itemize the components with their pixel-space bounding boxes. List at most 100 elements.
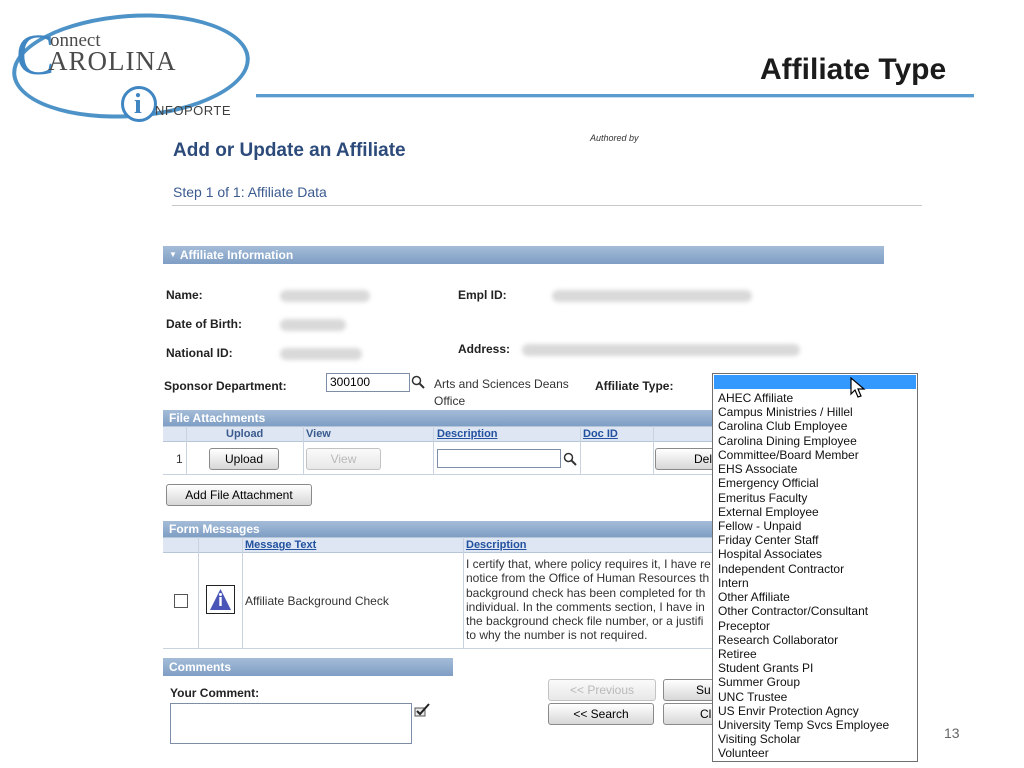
affiliate-type-option[interactable]: Emeritus Faculty: [718, 491, 889, 505]
add-file-attachment-button[interactable]: Add File Attachment: [166, 484, 312, 506]
logo-infoporte: NFOPORTE: [155, 103, 231, 118]
affiliate-type-option[interactable]: Hospital Associates: [718, 547, 889, 561]
sponsor-dept-input[interactable]: 300100: [326, 373, 410, 392]
affiliate-type-option[interactable]: Other Affiliate: [718, 590, 889, 604]
affiliate-type-option[interactable]: UNC Trustee: [718, 690, 889, 704]
grid-divider: [653, 426, 654, 474]
national-id-label: National ID:: [166, 346, 233, 360]
affiliate-type-option[interactable]: Visiting Scholar: [718, 732, 889, 746]
grid-divider: [163, 474, 723, 475]
affiliate-type-option[interactable]: Committee/Board Member: [718, 448, 889, 462]
affiliate-type-options[interactable]: AHEC Affiliate Campus Ministries / Hillel…: [718, 391, 889, 761]
affiliate-type-option[interactable]: Volunteer: [718, 746, 889, 760]
description-line: notice from the Office of Human Resource…: [466, 571, 710, 586]
grid-divider: [186, 426, 187, 474]
submit-button[interactable]: Su: [663, 679, 715, 701]
attachment-description-input[interactable]: [437, 449, 561, 468]
affiliate-type-option[interactable]: Other Contractor/Consultant: [718, 604, 889, 618]
form-messages-grid-header: Message Text Description: [163, 537, 723, 553]
spellcheck-icon[interactable]: [413, 702, 431, 718]
file-attachments-header: File Attachments: [163, 410, 723, 426]
mouse-cursor-icon: [850, 377, 866, 398]
affiliate-type-option[interactable]: University Temp Svcs Employee: [718, 718, 889, 732]
comments-title: Comments: [169, 660, 232, 674]
grid-divider: [163, 648, 723, 649]
description-line: individual. In the comments section, I h…: [466, 599, 705, 614]
affiliate-type-option[interactable]: Retiree: [718, 647, 889, 661]
description-line: the background check file number, or a j…: [466, 614, 704, 629]
collapse-arrow-icon[interactable]: ▼: [169, 250, 177, 259]
grid-divider: [242, 537, 243, 649]
empl-id-label: Empl ID:: [458, 288, 507, 302]
comments-header: Comments: [163, 658, 453, 676]
info-icon-frame: [206, 585, 235, 614]
search-icon[interactable]: [563, 452, 577, 466]
authored-by: Authored by: [590, 133, 639, 143]
address-label: Address:: [458, 342, 511, 356]
upload-button[interactable]: Upload: [209, 448, 279, 470]
search-button[interactable]: << Search: [548, 703, 654, 725]
affiliate-info-header[interactable]: ▼ Affiliate Information: [163, 246, 884, 264]
affiliate-type-option[interactable]: Summer Group: [718, 675, 889, 689]
grid-divider: [198, 537, 199, 649]
sponsor-dept-desc-line1: Arts and Sciences Deans: [434, 377, 569, 391]
grid-divider: [433, 426, 434, 474]
col-view: View: [306, 428, 331, 440]
delete-attachment-button[interactable]: Del: [655, 448, 715, 470]
affiliate-type-option[interactable]: Emergency Official: [718, 476, 889, 490]
empl-id-value-blurred: [552, 290, 752, 302]
info-icon: [210, 589, 231, 610]
name-value-blurred: [280, 290, 370, 302]
form-messages-title: Form Messages: [169, 522, 260, 536]
affiliate-type-option[interactable]: Carolina Club Employee: [718, 419, 889, 433]
affiliate-type-option[interactable]: External Employee: [718, 505, 889, 519]
affiliate-type-option[interactable]: Fellow - Unpaid: [718, 519, 889, 533]
col-message-text-sort-link[interactable]: Message Text: [245, 538, 316, 553]
description-line: background check has been completed for …: [466, 585, 706, 600]
affiliate-type-option[interactable]: Research Collaborator: [718, 633, 889, 647]
your-comment-label: Your Comment:: [170, 686, 260, 700]
search-icon[interactable]: [411, 375, 425, 389]
affiliate-type-option[interactable]: Student Grants PI: [718, 661, 889, 675]
message-text: Affiliate Background Check: [245, 594, 389, 608]
affiliate-type-option[interactable]: Campus Ministries / Hillel: [718, 405, 889, 419]
col-description-sort-link[interactable]: Description: [466, 538, 527, 553]
affiliate-info-title: Affiliate Information: [179, 248, 294, 262]
sponsor-dept-desc-line2: Office: [434, 394, 466, 408]
description-line: to why the number is not required.: [466, 628, 648, 643]
grid-divider: [580, 426, 581, 474]
affiliate-type-dropdown[interactable]: AHEC Affiliate Campus Ministries / Hillel…: [712, 373, 918, 762]
dob-value-blurred: [280, 319, 346, 331]
view-button: View: [306, 448, 381, 470]
grid-divider: [463, 537, 464, 649]
logo-letter-i: i: [134, 89, 142, 120]
affiliate-type-option[interactable]: Friday Center Staff: [718, 533, 889, 547]
name-label: Name:: [166, 288, 203, 302]
logo-arolina: AROLINA: [48, 46, 177, 76]
message-description: I certify that, where policy requires it…: [466, 557, 712, 643]
file-attachments-grid-header: Upload View Description Doc ID: [163, 426, 723, 442]
col-docid-sort-link[interactable]: Doc ID: [583, 427, 618, 442]
row-number: 1: [176, 452, 183, 466]
national-id-value-blurred: [280, 348, 362, 360]
file-attachments-title: File Attachments: [169, 411, 266, 425]
step-divider: [172, 205, 922, 206]
affiliate-type-option[interactable]: Intern: [718, 576, 889, 590]
col-upload: Upload: [226, 428, 264, 440]
affiliate-type-option[interactable]: EHS Associate: [718, 462, 889, 476]
form-messages-header: Form Messages: [163, 521, 723, 537]
dropdown-selected-blank-option[interactable]: [714, 375, 916, 389]
affiliate-type-option[interactable]: Carolina Dining Employee: [718, 434, 889, 448]
affiliate-type-option[interactable]: US Envir Protection Agncy: [718, 704, 889, 718]
affiliate-type-option[interactable]: Preceptor: [718, 619, 889, 633]
col-description-sort-link[interactable]: Description: [437, 427, 498, 442]
title-rule-shadow: [256, 97, 974, 98]
acknowledge-checkbox[interactable]: [174, 594, 188, 608]
comment-textarea[interactable]: [170, 703, 412, 744]
clear-button[interactable]: Cl: [663, 703, 715, 725]
slide-title: Affiliate Type: [760, 53, 947, 86]
step-indicator: Step 1 of 1: Affiliate Data: [173, 184, 327, 200]
previous-button: << Previous: [548, 679, 656, 701]
affiliate-type-option[interactable]: Independent Contractor: [718, 562, 889, 576]
page-heading: Add or Update an Affiliate: [173, 140, 406, 161]
